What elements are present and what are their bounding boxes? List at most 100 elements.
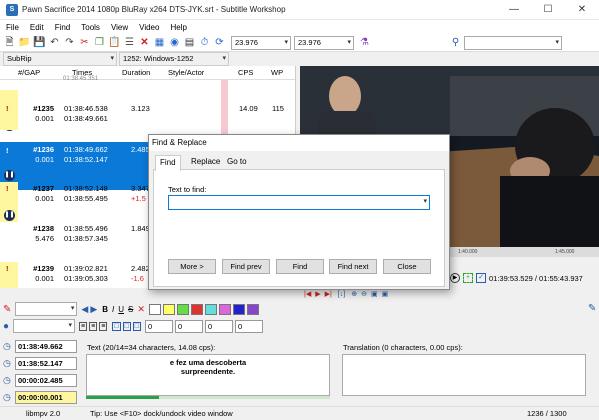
redo-icon[interactable]: ↷ — [63, 36, 76, 49]
timeline-ruler[interactable]: 1:40.000 1:45.000 — [450, 247, 599, 257]
bold-icon[interactable]: B — [102, 305, 108, 314]
fps-input-select[interactable]: 23.976 — [231, 35, 291, 50]
color-swatch-purple[interactable] — [246, 303, 259, 315]
menu-find[interactable]: Find — [55, 23, 71, 32]
color-swatch-cyan[interactable] — [204, 303, 217, 315]
duration-field[interactable]: 00:00:02.485 — [15, 374, 77, 387]
main-toolbar: 🗎 📁 💾 ↶ ↷ ✂ ❐ 📋 ☰ ✕ ▦ ◉ ▤ ⏱ ⟳ 23.976 23.… — [0, 34, 599, 52]
paste-icon[interactable]: 📋 — [108, 36, 121, 49]
menu-help[interactable]: Help — [170, 23, 186, 32]
search-input[interactable] — [464, 35, 562, 50]
position-icon[interactable]: □ — [112, 321, 121, 331]
timer-icon[interactable]: ⏱ — [198, 36, 211, 49]
col-duration[interactable]: Duration — [122, 68, 150, 77]
margin-spin[interactable]: 0 — [175, 319, 204, 333]
zoom-out-icon[interactable]: ⊖ — [361, 290, 367, 298]
tab-find[interactable]: Find — [155, 155, 181, 171]
find-text-input[interactable] — [168, 195, 430, 210]
color-swatch-red[interactable] — [190, 303, 203, 315]
zoom-reset-icon[interactable]: ▣ — [382, 290, 389, 298]
notes-icon[interactable]: ✎ — [588, 303, 596, 314]
zoom-in-icon[interactable]: ⊕ — [351, 290, 357, 298]
prev-subtitle-icon[interactable]: |◀ — [304, 290, 311, 298]
menu-video[interactable]: Video — [139, 23, 159, 32]
clear-format-icon[interactable]: ✕ — [137, 304, 145, 315]
libmpv-version: libmpv 2.0 — [26, 409, 61, 418]
find-button[interactable]: Find — [276, 259, 324, 274]
color-swatch-yellow[interactable] — [162, 303, 175, 315]
cut-icon[interactable]: ✂ — [78, 36, 91, 49]
person-icon: ● — [3, 320, 10, 332]
menu-view[interactable]: View — [111, 23, 128, 32]
margin-spin[interactable]: 0 — [235, 319, 264, 333]
end-time-field[interactable]: 01:38:52.147 — [15, 357, 77, 370]
prev-icon[interactable]: ◀ — [81, 304, 88, 315]
col-gap[interactable]: #/GAP — [18, 68, 40, 77]
italic-icon[interactable]: I — [112, 305, 114, 314]
pause-field[interactable]: 00:00:00.001 — [15, 391, 77, 404]
menu-tools[interactable]: Tools — [81, 23, 100, 32]
visual-sync-icon[interactable]: ◉ — [168, 36, 181, 49]
align-right-icon[interactable]: ≡ — [99, 321, 108, 331]
play-icon[interactable]: ▶ — [315, 290, 320, 298]
waveform-icon[interactable]: ▤ — [183, 36, 196, 49]
menu-file[interactable]: File — [6, 23, 19, 32]
flask-icon[interactable]: ⚗ — [358, 36, 371, 49]
color-swatch-white[interactable] — [148, 303, 161, 315]
set-start-icon[interactable]: [↓] — [338, 291, 345, 298]
subtitle-format-select[interactable]: SubRip — [3, 52, 117, 66]
pause-icon: ❚❚ — [4, 170, 15, 181]
margin-spin[interactable]: 0 — [205, 319, 234, 333]
find-next-button[interactable]: Find next — [329, 259, 377, 274]
strikethrough-icon[interactable]: S — [128, 305, 133, 314]
style-select[interactable] — [13, 319, 76, 333]
status-bar: libmpv 2.0 Tip: Use <F10> dock/undock vi… — [0, 406, 599, 420]
format-icon[interactable]: ☰ — [123, 36, 136, 49]
actor-select[interactable] — [15, 302, 78, 316]
color-swatch-green[interactable] — [176, 303, 189, 315]
underline-icon[interactable]: U — [118, 305, 124, 314]
delete-icon[interactable]: ✕ — [138, 36, 151, 49]
sync-icon[interactable]: ⟳ — [213, 36, 226, 49]
position-icon[interactable]: □ — [122, 321, 131, 331]
more-button[interactable]: More > — [168, 259, 216, 274]
tab-goto[interactable]: Go to — [223, 155, 251, 169]
start-time-field[interactable]: 01:38:49.662 — [15, 340, 77, 353]
find-replace-dialog: Find & Replace Find Replace Go to Text t… — [148, 134, 450, 290]
tab-replace[interactable]: Replace — [187, 155, 224, 169]
copy-icon[interactable]: ❐ — [93, 36, 106, 49]
color-swatch-magenta[interactable] — [218, 303, 231, 315]
find-prev-button[interactable]: Find prev — [222, 259, 270, 274]
menu-edit[interactable]: Edit — [30, 23, 44, 32]
save-icon[interactable]: 💾 — [33, 36, 46, 49]
add-icon[interactable]: + — [463, 273, 473, 283]
minimize-button[interactable]: — — [497, 0, 531, 20]
translation-text-area[interactable] — [342, 354, 586, 396]
encoding-select[interactable]: 1252: Windows-1252 — [119, 52, 229, 66]
open-folder-icon[interactable]: 📁 — [18, 36, 31, 49]
fps-output-select[interactable]: 23.976 — [294, 35, 354, 50]
subtitle-text-area[interactable]: e fez uma descoberta surpreendente. — [86, 354, 330, 396]
new-file-icon[interactable]: 🗎 — [3, 36, 16, 49]
checkbox-icon[interactable]: ✓ — [476, 273, 486, 283]
col-style[interactable]: Style/Actor — [168, 68, 204, 77]
next-icon[interactable]: ▶ — [90, 304, 97, 315]
color-swatch-blue[interactable] — [232, 303, 245, 315]
col-cps[interactable]: CPS — [238, 68, 253, 77]
close-button[interactable]: ✕ — [565, 0, 599, 20]
color-swatches — [148, 303, 261, 315]
margin-spin[interactable]: 0 — [145, 319, 174, 333]
position-icon[interactable]: □ — [132, 321, 142, 331]
col-wp[interactable]: WP — [271, 68, 283, 77]
play-circle-icon[interactable]: ▶ — [450, 273, 460, 283]
maximize-button[interactable]: ☐ — [531, 0, 565, 20]
zoom-fit-icon[interactable]: ▣ — [371, 290, 378, 298]
align-center-icon[interactable]: ≡ — [89, 321, 98, 331]
editor-panel: |◀ ▶ ▶| [↓] ⊕ ⊖ ▣ ▣ ✎ ◀ ▶ B I U S ✕ ● — [0, 288, 599, 406]
spellcheck-icon[interactable]: ▦ — [153, 36, 166, 49]
undo-icon[interactable]: ↶ — [48, 36, 61, 49]
next-subtitle-icon[interactable]: ▶| — [325, 290, 332, 298]
table-row[interactable]: ! #1235 0.001 01:38:46.538 01:38:49.661 … — [0, 90, 295, 130]
close-dialog-button[interactable]: Close — [383, 259, 431, 274]
align-left-icon[interactable]: ≡ — [79, 321, 88, 331]
